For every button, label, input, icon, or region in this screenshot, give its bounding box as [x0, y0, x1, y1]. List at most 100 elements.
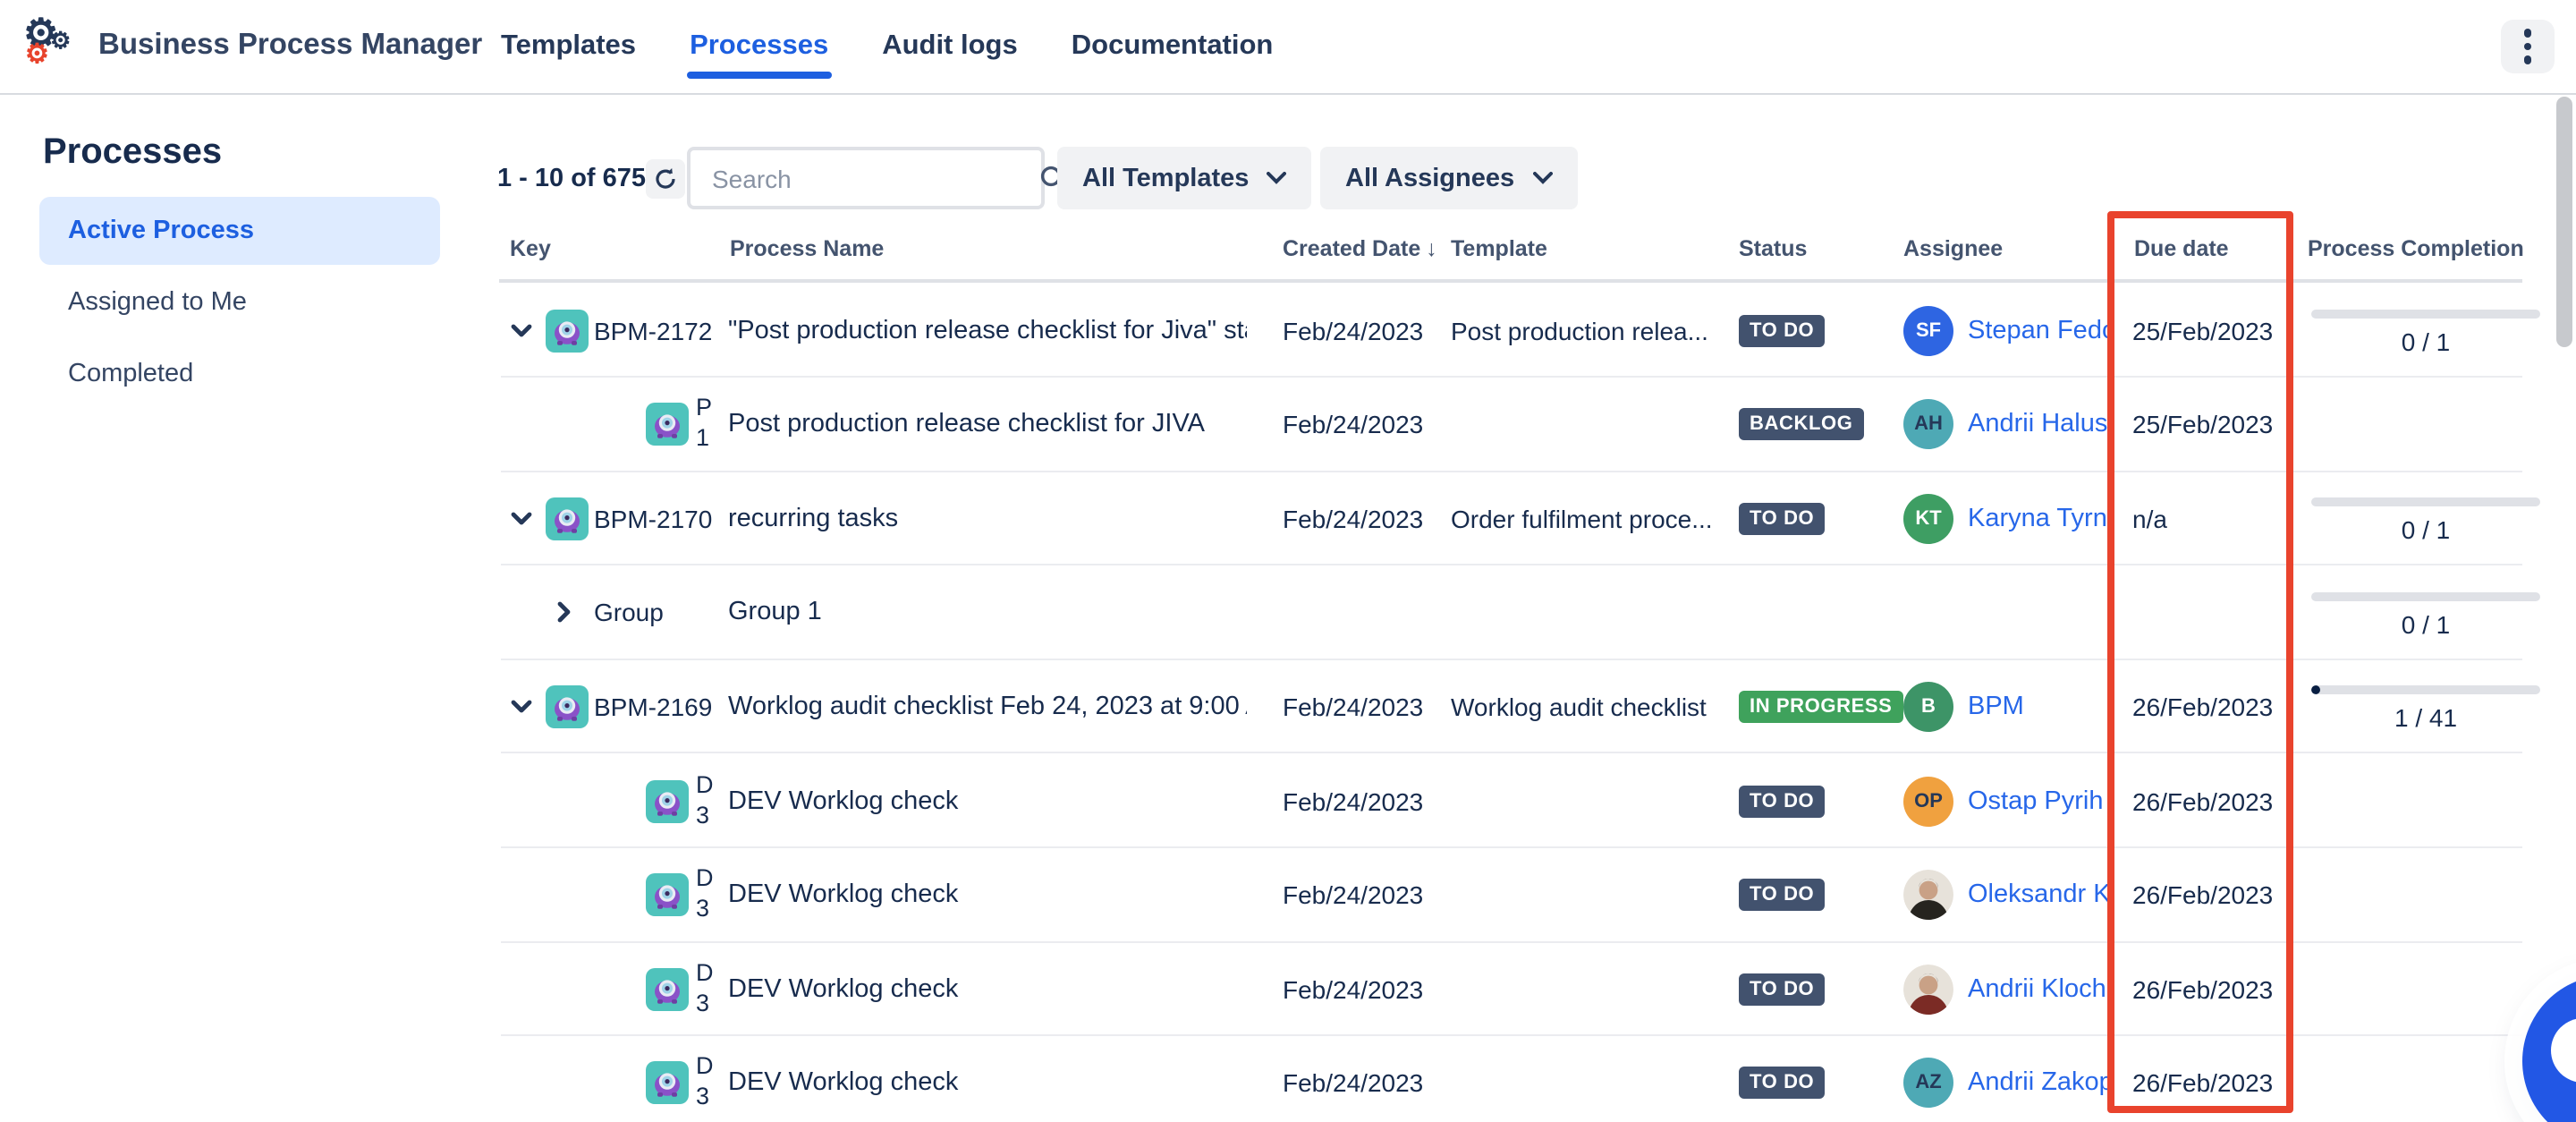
table-row[interactable]: BPM-2170recurring tasksFeb/24/2023Order …: [499, 471, 2522, 565]
vertical-scrollbar-thumb[interactable]: [2556, 97, 2572, 347]
status-badge: BACKLOG: [1739, 408, 1863, 440]
chevron-down-icon[interactable]: [510, 510, 533, 526]
more-options-kebab-button[interactable]: [2501, 20, 2555, 73]
status-badge: TO DO: [1739, 785, 1825, 817]
table-row[interactable]: BPM-2172"Post production release checkli…: [499, 283, 2522, 378]
table-row[interactable]: D3DEV Worklog check Feb/24/2023 TO DO Oleks…: [499, 847, 2522, 942]
created-date: Feb/24/2023: [1283, 504, 1423, 532]
created-date: Feb/24/2023: [1283, 410, 1423, 438]
tab-audit-logs[interactable]: Audit logs: [878, 4, 1021, 89]
process-completion-label: 0 / 1: [2311, 610, 2540, 639]
table-row[interactable]: BPM-2169 Worklog audit checklist Feb 24, …: [499, 659, 2522, 754]
sidebar-item-active-process[interactable]: Active Process: [39, 197, 440, 265]
process-completion-label: 1 / 41: [2311, 704, 2540, 733]
process-name[interactable]: DEV Worklog check: [728, 786, 958, 815]
tab-templates[interactable]: Templates: [497, 4, 640, 89]
app-window: ⚙ ⚙ ⚙ Business Process Manager Templates…: [0, 0, 2576, 1122]
process-type-icon: [546, 497, 589, 540]
assignee-link[interactable]: Andrii Halush: [1968, 410, 2111, 438]
assignee-link[interactable]: Oleksandr Ku: [1968, 880, 2111, 909]
process-key: Group: [594, 599, 664, 627]
sidebar-item-assigned-to-me[interactable]: Assigned to Me: [39, 268, 440, 336]
app-title: Business Process Manager: [98, 29, 482, 63]
chevron-right-icon[interactable]: [556, 601, 572, 625]
process-type-icon: [646, 967, 689, 1010]
chevron-down-icon[interactable]: [510, 699, 533, 715]
assignee-link[interactable]: Andrii Zakop: [1968, 1069, 2111, 1098]
result-count: 1 - 10 of 675: [497, 165, 646, 193]
avatar: AH: [1903, 399, 1953, 449]
tab-documentation[interactable]: Documentation: [1068, 4, 1277, 89]
help-chat-floating-button[interactable]: [2522, 975, 2576, 1122]
process-key: BPM-2169: [594, 693, 712, 721]
chevron-down-icon[interactable]: [510, 322, 533, 338]
column-header-status[interactable]: Status: [1739, 236, 1807, 261]
due-date: 26/Feb/2023: [2132, 693, 2273, 721]
assignee-link[interactable]: BPM: [1968, 693, 2111, 721]
chevron-down-icon: [1532, 172, 1552, 184]
column-header-assignee[interactable]: Assignee: [1903, 236, 2003, 261]
status-badge: TO DO: [1739, 502, 1825, 534]
process-name[interactable]: Group 1: [728, 599, 822, 627]
table-row[interactable]: GroupGroup 10 / 1: [499, 565, 2522, 660]
process-type-icon: [646, 779, 689, 822]
column-header-due-date[interactable]: Due date: [2134, 236, 2229, 261]
app-logo-gears-icon: ⚙ ⚙ ⚙: [23, 16, 84, 77]
refresh-icon: [653, 166, 678, 191]
column-header-process-completion[interactable]: Process Completion: [2308, 236, 2524, 261]
process-type-icon: [646, 403, 689, 446]
app-header: ⚙ ⚙ ⚙ Business Process Manager Templates…: [0, 0, 2576, 95]
avatar: [1903, 870, 1953, 920]
created-date: Feb/24/2023: [1283, 316, 1423, 344]
column-header-created-date[interactable]: Created Date↓: [1283, 236, 1437, 261]
process-name[interactable]: Post production release checklist for JI…: [728, 410, 1205, 438]
status-badge: TO DO: [1739, 879, 1825, 911]
column-header-template[interactable]: Template: [1451, 236, 1547, 261]
refresh-button[interactable]: [646, 159, 685, 199]
process-name[interactable]: recurring tasks: [728, 504, 898, 532]
search-input[interactable]: [708, 162, 1039, 194]
status-badge: TO DO: [1739, 314, 1825, 346]
process-key: D3: [696, 769, 721, 833]
process-name[interactable]: DEV Worklog check: [728, 880, 958, 909]
created-date: Feb/24/2023: [1283, 880, 1423, 909]
assignee-link[interactable]: Andrii Klochk: [1968, 974, 2111, 1003]
process-name[interactable]: Worklog audit checklist Feb 24, 2023 at …: [728, 693, 1247, 721]
assignee-link[interactable]: Karyna Tyrna: [1968, 504, 2111, 532]
process-completion-bar: [2311, 686, 2540, 695]
process-key: D3: [696, 863, 721, 927]
table-row[interactable]: D3DEV Worklog checkFeb/24/2023TO DOAndri…: [499, 941, 2522, 1036]
due-date: n/a: [2132, 504, 2167, 532]
created-date: Feb/24/2023: [1283, 693, 1423, 721]
template-name: Worklog audit checklist: [1451, 693, 1707, 721]
search-box: [687, 147, 1045, 209]
top-nav: Templates Processes Audit logs Documentatio…: [497, 0, 1276, 93]
process-key: D3: [696, 1051, 721, 1116]
process-name[interactable]: DEV Worklog check: [728, 1069, 958, 1098]
assignee-link[interactable]: Stepan Fedor: [1968, 316, 2111, 344]
page-title: Processes: [43, 132, 222, 174]
process-completion-label: 0 / 1: [2311, 515, 2540, 544]
filter-all-templates[interactable]: All Templates: [1057, 147, 1311, 209]
sort-desc-arrow-icon: ↓: [1426, 236, 1437, 261]
due-date: 25/Feb/2023: [2132, 316, 2273, 344]
filter-all-assignees[interactable]: All Assignees: [1320, 147, 1577, 209]
avatar: [1903, 964, 1953, 1014]
tab-processes[interactable]: Processes: [686, 4, 832, 89]
due-date: 26/Feb/2023: [2132, 1069, 2273, 1098]
table-row[interactable]: D3DEV Worklog checkFeb/24/2023TO DOAZAnd…: [499, 1036, 2522, 1122]
created-date: Feb/24/2023: [1283, 974, 1423, 1003]
sidebar-item-completed[interactable]: Completed: [39, 340, 440, 408]
column-header-process-name[interactable]: Process Name: [730, 236, 884, 261]
due-date: 26/Feb/2023: [2132, 880, 2273, 909]
column-header-key[interactable]: Key: [510, 236, 551, 261]
chevron-down-icon: [1267, 172, 1286, 184]
process-key: BPM-2170: [594, 504, 712, 532]
table-row[interactable]: P1Post production release checklist for …: [499, 377, 2522, 472]
table-row[interactable]: D3DEV Worklog checkFeb/24/2023TO DOOPOst…: [499, 753, 2522, 848]
process-name[interactable]: DEV Worklog check: [728, 974, 958, 1003]
assignee-link[interactable]: Ostap Pyrih: [1968, 786, 2111, 815]
created-date: Feb/24/2023: [1283, 786, 1423, 815]
due-date: 25/Feb/2023: [2132, 410, 2273, 438]
process-name[interactable]: "Post production release checklist for J…: [728, 316, 1247, 344]
